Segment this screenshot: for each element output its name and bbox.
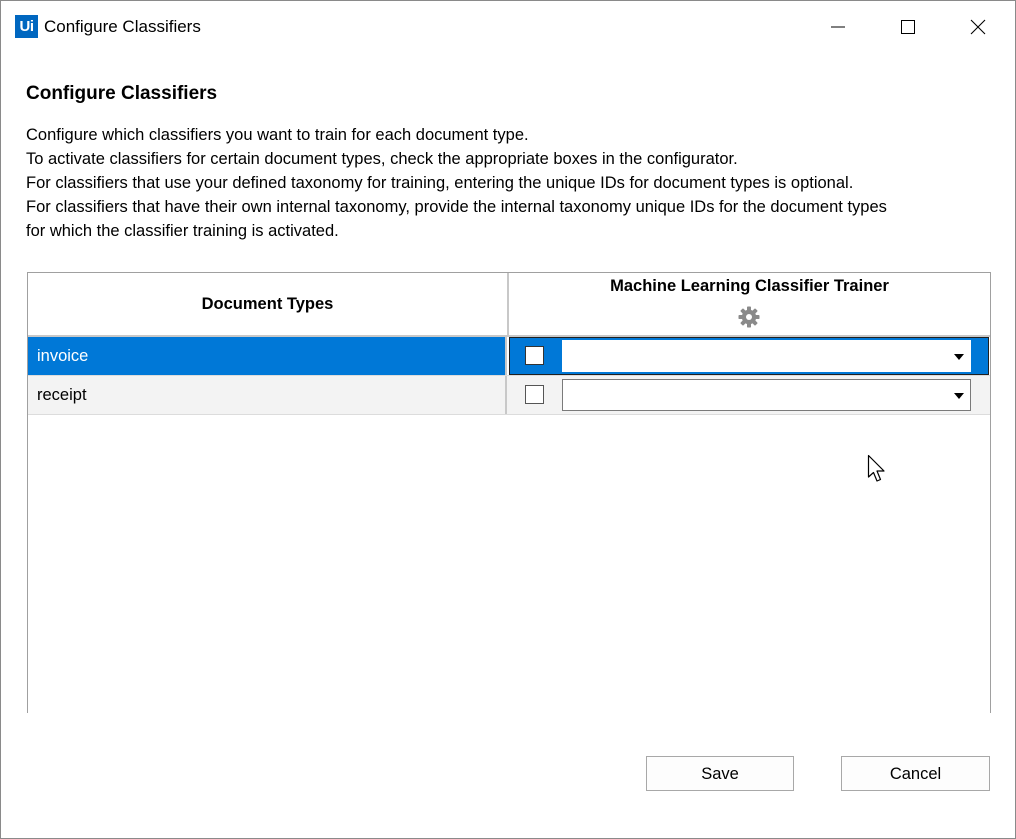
description-line: For classifiers that use your defined ta… [26,174,854,192]
description-line: Configure which classifiers you want to … [26,126,529,144]
classifier-cell [509,376,990,414]
close-button[interactable] [943,1,1013,53]
table-row[interactable]: invoice [28,337,990,376]
dropdown-arrow-icon [954,354,964,360]
cancel-button[interactable]: Cancel [841,756,990,791]
page-heading: Configure Classifiers [26,83,218,104]
uipath-logo-icon: Ui [15,15,38,38]
close-icon [970,19,986,35]
description-line: To activate classifiers for certain docu… [26,150,738,168]
window-title: Configure Classifiers [44,17,201,36]
column-header-document-types[interactable]: Document Types [28,273,509,335]
gear-icon [738,306,760,328]
description-line: for which the classifier training is act… [26,222,339,240]
table-row[interactable]: receipt [28,376,990,415]
description-line: For classifiers that have their own inte… [26,198,887,216]
mouse-pointer-icon [867,454,885,482]
grid-header: Document Types Machine Learning Classifi… [28,273,990,337]
minimize-button[interactable] [803,1,873,53]
taxonomy-id-dropdown[interactable] [562,340,971,372]
title-bar[interactable]: Ui Configure Classifiers [1,1,1015,53]
document-type-cell[interactable]: invoice [28,337,507,375]
classifier-settings-button[interactable] [737,305,761,329]
configure-classifiers-window: Ui Configure Classifiers Configure Class… [0,0,1016,839]
taxonomy-id-dropdown[interactable] [562,379,971,411]
column-header-label: Document Types [201,294,334,313]
activate-classifier-checkbox[interactable] [525,346,544,365]
description: Configure which classifiers you want to … [26,123,986,243]
column-header-label: Machine Learning Classifier Trainer [610,277,889,295]
classifier-cell [509,337,989,375]
minimize-icon [831,26,845,28]
column-header-classifier: Machine Learning Classifier Trainer [509,273,990,335]
maximize-icon [901,20,915,34]
save-button[interactable]: Save [646,756,794,791]
document-type-cell[interactable]: receipt [28,376,507,414]
activate-classifier-checkbox[interactable] [525,385,544,404]
classifier-configuration-grid: Document Types Machine Learning Classifi… [27,272,991,713]
maximize-button[interactable] [873,1,943,53]
dropdown-arrow-icon [954,393,964,399]
